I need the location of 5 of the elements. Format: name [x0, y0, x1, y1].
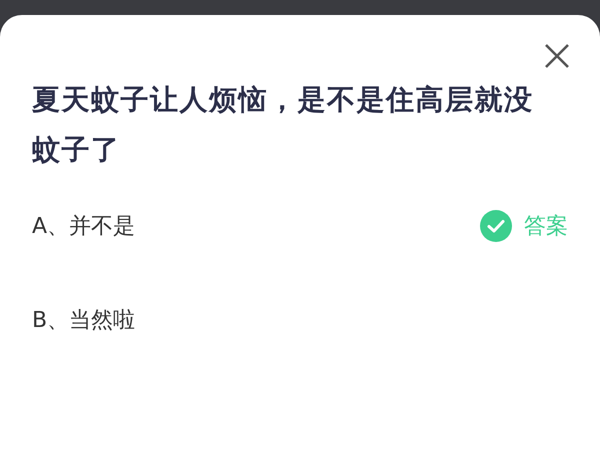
answer-label: 答案	[524, 212, 568, 240]
answer-option[interactable]: B、当然啦	[32, 304, 136, 336]
check-icon	[480, 210, 512, 242]
question-text: 夏天蚊子让人烦恼，是不是住高层就没蚊子了	[32, 82, 534, 168]
answer-option[interactable]: A、并不是	[32, 210, 136, 242]
